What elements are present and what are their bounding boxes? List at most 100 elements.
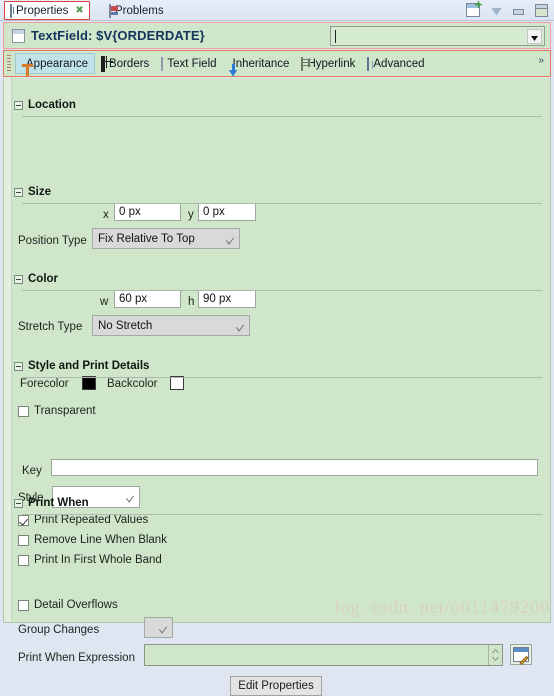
section-tab-strip: Appearance Borders Text Field Inheritanc… bbox=[3, 50, 551, 77]
location-x-value: 0 px bbox=[119, 206, 141, 218]
checkbox-box bbox=[18, 534, 29, 546]
tab-text-field-label: Text Field bbox=[167, 57, 217, 70]
tab-appearance[interactable]: Appearance bbox=[15, 53, 96, 74]
section-size-header[interactable]: Size bbox=[14, 186, 51, 198]
collapse-icon[interactable] bbox=[14, 100, 23, 110]
section-style-print-title: Style and Print Details bbox=[28, 360, 150, 372]
backcolor-swatch[interactable] bbox=[170, 376, 184, 390]
transparent-checkbox[interactable]: Transparent bbox=[18, 405, 96, 417]
section-color-title: Color bbox=[28, 273, 59, 285]
tab-advanced[interactable]: Advanced bbox=[361, 53, 430, 74]
location-x-label: x bbox=[103, 209, 109, 221]
tab-text-field[interactable]: Text Field bbox=[155, 53, 222, 74]
view-toolbar bbox=[466, 3, 548, 17]
edit-properties-button[interactable]: Edit Properties bbox=[230, 676, 322, 696]
view-tab-problems[interactable]: Problems bbox=[104, 1, 169, 20]
tab-hyperlink-label: Hyperlink bbox=[307, 57, 356, 70]
location-y-input[interactable]: 0 px bbox=[198, 203, 256, 221]
view-tab-properties[interactable]: Properties ✖ bbox=[4, 1, 90, 20]
print-in-first-whole-band-checkbox[interactable]: Print In First Whole Band bbox=[18, 554, 162, 566]
view-tab-properties-label: Properties bbox=[16, 4, 69, 17]
forecolor-swatch[interactable] bbox=[82, 376, 96, 390]
remove-line-when-blank-checkbox[interactable]: Remove Line When Blank bbox=[18, 534, 167, 546]
size-h-label: h bbox=[188, 296, 195, 308]
tab-hyperlink[interactable]: Hyperlink bbox=[295, 53, 361, 74]
checkbox-box bbox=[18, 554, 29, 566]
print-in-first-whole-band-label: Print In First Whole Band bbox=[34, 554, 162, 566]
print-repeated-values-label: Print Repeated Values bbox=[34, 514, 149, 526]
position-type-combo[interactable]: Fix Relative To Top bbox=[92, 228, 240, 249]
chevron-down-icon[interactable] bbox=[527, 29, 542, 44]
divider bbox=[22, 514, 542, 515]
print-when-expression-input[interactable] bbox=[144, 644, 503, 666]
section-print-when-header[interactable]: Print When bbox=[14, 497, 89, 509]
position-type-value: Fix Relative To Top bbox=[98, 232, 195, 245]
detail-overflows-label: Detail Overflows bbox=[34, 599, 118, 611]
spinner-icon[interactable] bbox=[488, 645, 502, 665]
stretch-type-label: Stretch Type bbox=[18, 321, 83, 333]
view-tab-bar: Properties ✖ Problems bbox=[0, 0, 554, 21]
backcolor-label: Backcolor bbox=[107, 378, 158, 390]
divider bbox=[22, 203, 542, 204]
checkbox-box bbox=[18, 599, 29, 611]
page-title: TextField: $V{ORDERDATE} bbox=[31, 28, 205, 43]
detail-overflows-checkbox[interactable]: Detail Overflows bbox=[18, 599, 118, 611]
element-selector-combo[interactable] bbox=[330, 26, 545, 46]
maximize-icon[interactable] bbox=[535, 3, 548, 17]
forecolor-label: Forecolor bbox=[20, 378, 69, 390]
problems-icon bbox=[109, 3, 111, 18]
textfield-icon bbox=[12, 28, 25, 43]
hyperlink-icon bbox=[301, 56, 304, 71]
checkbox-box bbox=[18, 514, 29, 526]
key-input[interactable] bbox=[51, 459, 538, 476]
minimize-icon[interactable] bbox=[513, 9, 524, 15]
location-x-input[interactable]: 0 px bbox=[114, 203, 181, 221]
collapse-icon[interactable] bbox=[14, 361, 23, 371]
section-style-print-header[interactable]: Style and Print Details bbox=[14, 360, 149, 372]
section-size-title: Size bbox=[28, 186, 52, 198]
drag-handle[interactable] bbox=[7, 55, 11, 72]
view-menu-icon[interactable] bbox=[491, 7, 502, 16]
tab-borders-label: Borders bbox=[109, 57, 150, 70]
section-location-header[interactable]: Location bbox=[14, 99, 76, 111]
collapse-icon[interactable] bbox=[14, 498, 23, 508]
transparent-label: Transparent bbox=[34, 405, 96, 417]
section-color-header[interactable]: Color bbox=[14, 273, 58, 285]
size-h-input[interactable]: 90 px bbox=[198, 290, 256, 308]
tab-borders[interactable]: Borders bbox=[95, 53, 155, 74]
tab-inheritance[interactable]: Inheritance bbox=[223, 53, 296, 74]
size-h-value: 90 px bbox=[203, 293, 232, 305]
size-w-label: w bbox=[100, 296, 109, 308]
tab-overflow-icon[interactable]: » bbox=[538, 55, 544, 66]
close-icon[interactable]: ✖ bbox=[75, 5, 83, 16]
form-left-gutter bbox=[4, 78, 12, 622]
stretch-type-combo[interactable]: No Stretch bbox=[92, 315, 250, 336]
edit-expression-button[interactable] bbox=[510, 644, 532, 666]
properties-form: Location x 0 px y 0 px Position Type Fix… bbox=[3, 78, 551, 696]
size-w-input[interactable]: 60 px bbox=[114, 290, 181, 308]
collapse-icon[interactable] bbox=[14, 187, 23, 197]
position-type-label: Position Type bbox=[18, 235, 87, 247]
print-repeated-values-checkbox[interactable]: Print Repeated Values bbox=[18, 514, 148, 526]
text-cursor bbox=[335, 30, 336, 43]
edit-properties-label: Edit Properties bbox=[238, 680, 314, 692]
element-header: TextField: $V{ORDERDATE} bbox=[3, 22, 551, 49]
divider bbox=[22, 116, 542, 117]
group-changes-combo[interactable] bbox=[144, 617, 173, 638]
checkbox-box bbox=[18, 405, 29, 417]
chevron-down-icon bbox=[126, 492, 134, 503]
divider bbox=[22, 377, 542, 378]
chevron-down-icon bbox=[236, 320, 244, 332]
collapse-icon[interactable] bbox=[14, 274, 23, 284]
tab-appearance-label: Appearance bbox=[26, 57, 89, 70]
key-label: Key bbox=[22, 465, 42, 477]
section-location-title: Location bbox=[28, 99, 76, 111]
chevron-down-icon bbox=[159, 622, 167, 634]
divider bbox=[22, 290, 542, 291]
borders-icon bbox=[101, 55, 106, 72]
size-w-value: 60 px bbox=[119, 293, 148, 305]
location-y-value: 0 px bbox=[203, 206, 225, 218]
advanced-icon bbox=[367, 56, 370, 71]
section-print-when-title: Print When bbox=[28, 497, 89, 509]
new-properties-view-icon[interactable] bbox=[466, 3, 480, 17]
